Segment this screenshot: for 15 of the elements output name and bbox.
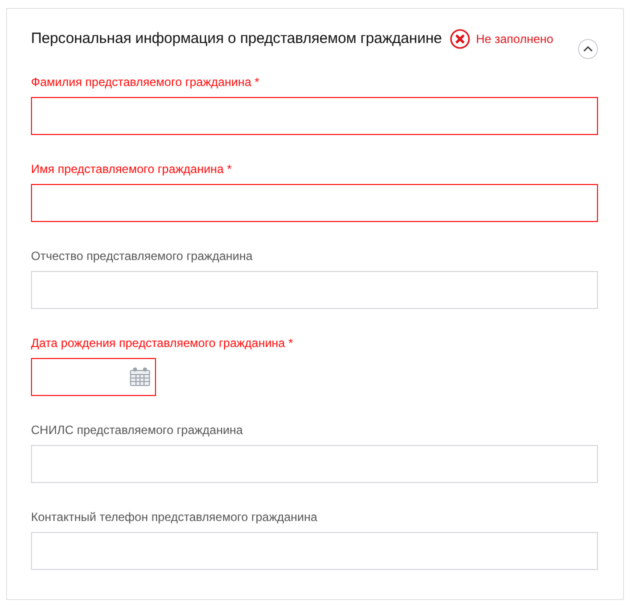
field-label: Дата рождения представляемого гражданина * [31,336,294,350]
calendar-icon[interactable] [129,367,151,387]
section-title: Персональная информация о представляемом гражданине [31,30,442,47]
field-label: Отчество представляемого гражданина [31,249,254,263]
text-field[interactable] [31,184,598,222]
text-field[interactable] [31,97,598,135]
date-field[interactable] [31,358,156,396]
field-label: Имя представляемого гражданина * [31,162,233,176]
chevron-icon [583,46,593,52]
field-label: СНИЛС представляемого гражданина [31,423,244,437]
status-text: Не заполнено [476,32,554,46]
collapse-button[interactable] [578,39,598,59]
error-icon [450,29,470,49]
field-label: Фамилия представляемого гражданина * [31,75,260,89]
field-label: Контактный телефон представляемого гражданина [31,510,318,524]
